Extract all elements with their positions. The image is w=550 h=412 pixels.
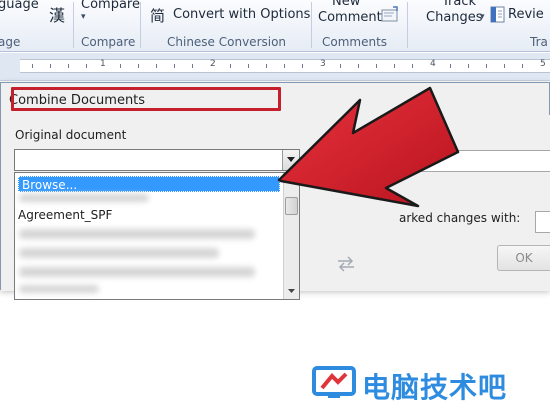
arrow-shape [277, 86, 460, 208]
watermark: 电脑技术吧 [308, 364, 506, 404]
watermark-text: 电脑技术吧 [362, 371, 508, 404]
computer-logo-icon [312, 366, 356, 398]
red-pointer-arrow-icon [277, 86, 460, 208]
